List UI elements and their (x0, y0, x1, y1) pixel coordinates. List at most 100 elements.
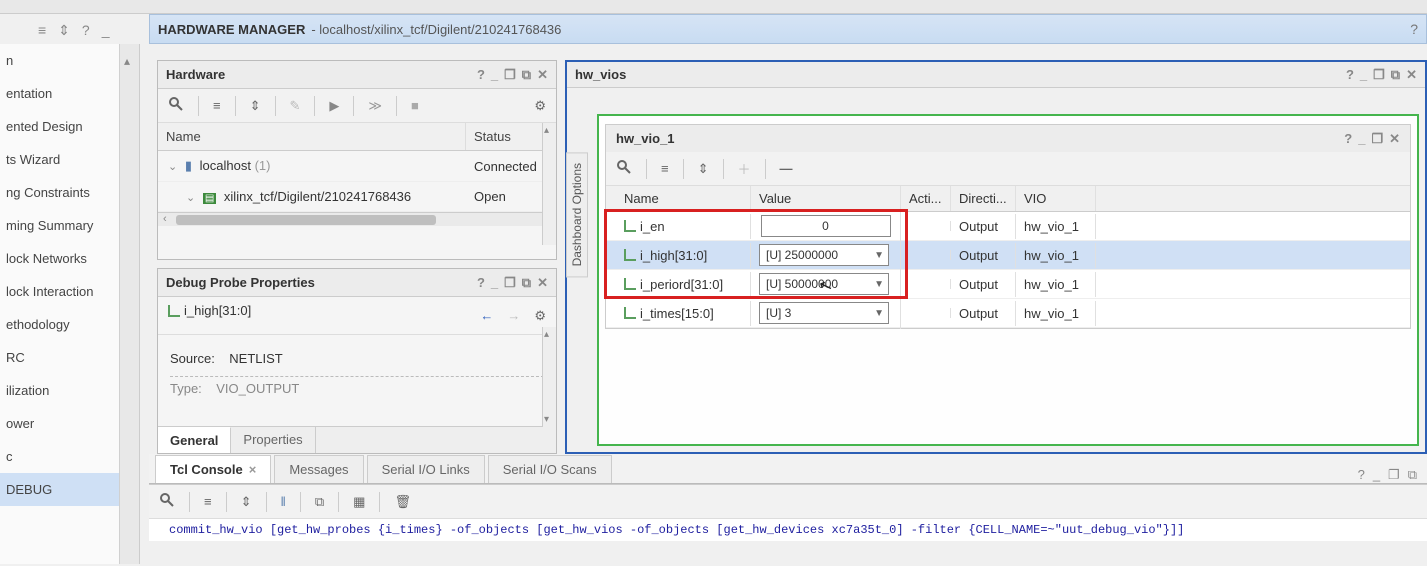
v-scrollbar[interactable]: ▴ (542, 123, 556, 245)
plus-icon[interactable]: ＋ (738, 159, 751, 178)
nav-item[interactable]: lock Networks (0, 242, 119, 275)
minimize-icon[interactable]: _ (491, 275, 498, 291)
hw-tree-row-host[interactable]: ⌄ ▮ localhost (1) Connected (158, 151, 556, 182)
value-combo[interactable]: [U] 50000000▼ (759, 273, 889, 295)
vio-row-i-periord[interactable]: i_periord[31:0] [U] 50000000▼ Output hw_… (606, 270, 1410, 299)
minus-icon[interactable]: — (780, 161, 793, 176)
tab-general[interactable]: General (158, 427, 231, 453)
help-icon[interactable]: ? (1346, 67, 1354, 83)
mini-min-icon[interactable]: _ (102, 22, 110, 39)
step-icon[interactable]: ≫ (368, 98, 382, 114)
collapse-icon[interactable]: ≡ (204, 494, 212, 509)
forward-icon[interactable]: → (507, 308, 520, 324)
gear-icon[interactable]: ⚙ (534, 308, 546, 324)
minimize-icon[interactable]: _ (1360, 67, 1367, 83)
vio-row-i-en[interactable]: i_en 0 Output hw_vio_1 (606, 212, 1410, 241)
scroll-up-icon[interactable]: ▴ (544, 125, 549, 136)
play-icon[interactable]: ▶ (329, 98, 339, 114)
mini-help-icon[interactable]: ? (82, 22, 90, 39)
scroll-thumb[interactable] (176, 215, 436, 225)
value-input[interactable]: 0 (761, 215, 891, 237)
mini-icon-1[interactable]: ≡ (38, 22, 46, 39)
tab-tcl-console[interactable]: Tcl Console × (155, 455, 271, 483)
popout-icon[interactable]: ⧉ (522, 275, 531, 291)
nav-item-debug[interactable]: DEBUG (0, 473, 119, 506)
expand-toggle-icon[interactable]: ⌄ (168, 161, 177, 173)
tab-properties[interactable]: Properties (231, 427, 315, 453)
copy-icon[interactable]: ⧉ (315, 494, 324, 510)
collapse-icon[interactable]: ≡ (661, 161, 669, 176)
hw-tree-row-device[interactable]: ⌄ ▤ xilinx_tcf/Digilent/210241768436 Ope… (158, 182, 556, 212)
help-icon[interactable]: ? (1358, 467, 1365, 483)
minimize-icon[interactable]: _ (1358, 131, 1365, 147)
search-icon[interactable] (168, 96, 184, 115)
close-icon[interactable]: ✕ (1406, 67, 1417, 83)
maximize-icon[interactable]: ❐ (1371, 131, 1383, 147)
tab-serial-links[interactable]: Serial I/O Links (367, 455, 485, 483)
minimize-icon[interactable]: _ (491, 67, 498, 83)
vio-row-i-times[interactable]: i_times[15:0] [U] 3▼ Output hw_vio_1 (606, 299, 1410, 328)
header-help-icon[interactable]: ? (1410, 21, 1418, 37)
col-vio[interactable]: VIO (1016, 186, 1096, 211)
col-name[interactable]: Name (158, 123, 466, 150)
splitter-caret-icon[interactable]: ▴ (124, 54, 130, 68)
maximize-icon[interactable]: ❐ (1388, 467, 1400, 483)
stop-icon[interactable]: ■ (411, 98, 419, 113)
tcl-console-line[interactable]: commit_hw_vio [get_hw_probes {i_times} -… (149, 519, 1427, 541)
nav-item[interactable]: lock Interaction (0, 275, 119, 308)
expand-icon[interactable]: ⇕ (250, 98, 261, 114)
dropdown-icon[interactable]: ▼ (874, 308, 884, 319)
col-activity[interactable]: Acti... (901, 186, 951, 211)
expand-icon[interactable]: ⇕ (698, 161, 709, 177)
pin-icon[interactable]: ✎ (290, 98, 301, 114)
search-icon[interactable] (616, 159, 632, 178)
nav-item[interactable]: entation (0, 77, 119, 110)
mini-icon-2[interactable]: ⇕ (58, 22, 70, 39)
nav-item[interactable]: n (0, 44, 119, 77)
col-value[interactable]: Value (751, 186, 901, 211)
nav-item[interactable]: ented Design (0, 110, 119, 143)
vertical-splitter[interactable]: ▴ (120, 44, 140, 564)
nav-item[interactable]: c (0, 440, 119, 473)
nav-item[interactable]: ts Wizard (0, 143, 119, 176)
close-icon[interactable]: ✕ (537, 275, 548, 291)
vio-row-i-high[interactable]: i_high[31:0] [U] 25000000▼ Output hw_vio… (606, 241, 1410, 270)
close-icon[interactable]: ✕ (537, 67, 548, 83)
collapse-icon[interactable]: ≡ (213, 98, 221, 113)
nav-item[interactable]: RC (0, 341, 119, 374)
h-scrollbar[interactable]: ‹ › (158, 212, 556, 226)
trash-icon[interactable]: 🗑 (394, 494, 411, 510)
nav-item[interactable]: ilization (0, 374, 119, 407)
dropdown-icon[interactable]: ▼ (874, 279, 884, 290)
dropdown-icon[interactable]: ▼ (874, 250, 884, 261)
scroll-up-icon[interactable]: ▴ (544, 329, 549, 340)
scroll-down-icon[interactable]: ▾ (544, 414, 549, 425)
popout-icon[interactable]: ⧉ (522, 67, 531, 83)
help-icon[interactable]: ? (477, 275, 485, 291)
col-direction[interactable]: Directi... (951, 186, 1016, 211)
search-icon[interactable] (159, 492, 175, 511)
help-icon[interactable]: ? (477, 67, 485, 83)
popout-icon[interactable]: ⧉ (1408, 467, 1417, 483)
tab-serial-scans[interactable]: Serial I/O Scans (488, 455, 612, 483)
v-scrollbar[interactable]: ▴ ▾ (542, 327, 556, 427)
scroll-left-icon[interactable]: ‹ (160, 213, 170, 225)
help-icon[interactable]: ? (1344, 131, 1352, 147)
value-combo[interactable]: [U] 25000000▼ (759, 244, 889, 266)
nav-item[interactable]: ower (0, 407, 119, 440)
maximize-icon[interactable]: ❐ (504, 67, 516, 83)
tab-messages[interactable]: Messages (274, 455, 363, 483)
maximize-icon[interactable]: ❐ (1373, 67, 1385, 83)
minimize-icon[interactable]: _ (1373, 467, 1380, 483)
expand-toggle-icon[interactable]: ⌄ (186, 192, 195, 204)
popout-icon[interactable]: ⧉ (1391, 67, 1400, 83)
dashboard-options-tab[interactable]: Dashboard Options (566, 152, 588, 277)
pause-icon[interactable]: ‖ (281, 494, 286, 509)
table-icon[interactable]: ▦ (353, 494, 365, 510)
close-tab-icon[interactable]: × (249, 462, 257, 477)
value-combo[interactable]: [U] 3▼ (759, 302, 889, 324)
expand-icon[interactable]: ⇕ (241, 494, 252, 510)
nav-item[interactable]: ming Summary (0, 209, 119, 242)
col-name[interactable]: Name (606, 186, 751, 211)
nav-item[interactable]: ethodology (0, 308, 119, 341)
